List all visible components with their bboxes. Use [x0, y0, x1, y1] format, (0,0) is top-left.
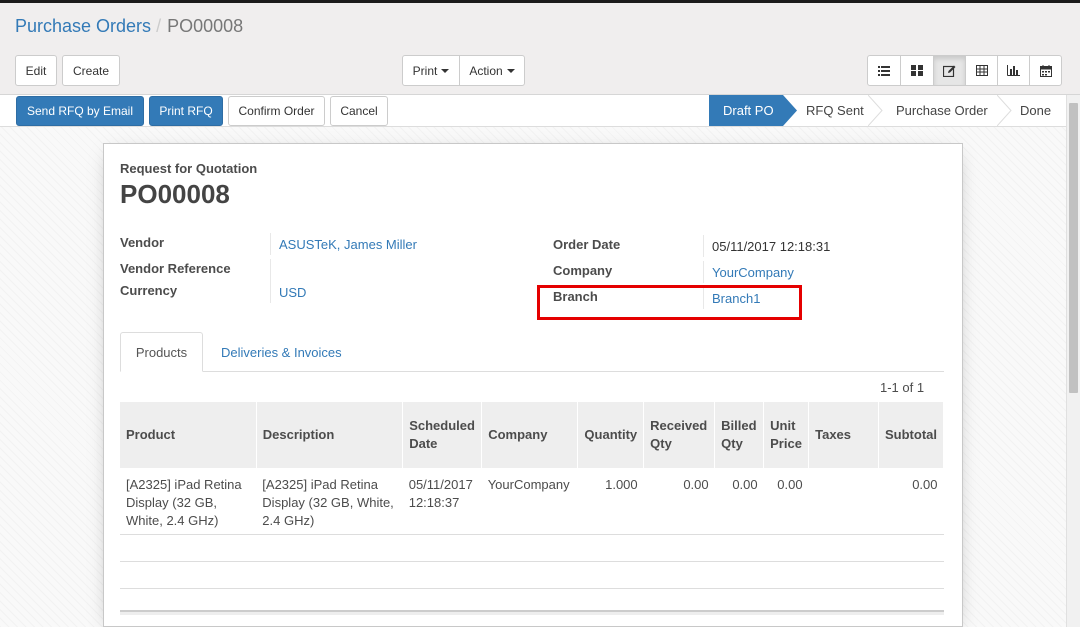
graph-view-button[interactable]	[997, 55, 1030, 86]
form-view-icon	[943, 65, 956, 77]
empty-row	[120, 561, 944, 589]
order-date-label: Order Date	[553, 237, 621, 252]
send-rfq-email-button[interactable]: Send RFQ by Email	[16, 96, 144, 126]
column-header-scheduled-date[interactable]: Scheduled Date	[402, 402, 483, 468]
create-button[interactable]: Create	[62, 55, 120, 86]
status-bar: Send RFQ by Email Print RFQ Confirm Orde…	[0, 95, 1066, 127]
cell-taxes	[808, 468, 879, 535]
empty-cell	[120, 561, 944, 589]
vendor-label: Vendor	[120, 235, 165, 250]
pivot-view-button[interactable]	[965, 55, 998, 86]
cell-company: YourCompany	[481, 468, 578, 535]
print-action-group: Print Action	[402, 55, 525, 86]
print-dropdown[interactable]: Print	[402, 55, 460, 86]
breadcrumb-current: PO00008	[167, 16, 244, 36]
stage-arrow-active-icon	[783, 95, 797, 126]
company-label: Company	[553, 263, 613, 278]
pager[interactable]: 1-1 of 1	[880, 380, 924, 395]
stage-separator-icon	[868, 95, 883, 126]
form-subtitle: Request for Quotation	[120, 161, 258, 176]
graph-view-icon	[1007, 65, 1020, 76]
field-divider	[270, 281, 271, 303]
order-lines-table: Product Description Scheduled Date Compa…	[120, 402, 945, 589]
breadcrumb-parent-link[interactable]: Purchase Orders	[15, 16, 151, 36]
column-header-description[interactable]: Description	[256, 402, 404, 468]
caret-down-icon	[441, 68, 450, 73]
cell-received-qty: 0.00	[643, 468, 715, 535]
stage-separator-icon	[997, 95, 1012, 126]
stage-rfq-sent[interactable]: RFQ Sent	[806, 95, 872, 126]
field-divider	[703, 261, 704, 283]
stage-done[interactable]: Done	[1020, 95, 1060, 126]
calendar-view-button[interactable]	[1029, 55, 1062, 86]
scrollbar-thumb[interactable]	[1069, 103, 1078, 393]
cell-quantity: 1.000	[577, 468, 644, 535]
cell-billed-qty: 0.00	[714, 468, 764, 535]
cell-unit-price: 0.00	[763, 468, 809, 535]
column-header-taxes[interactable]: Taxes	[808, 402, 879, 468]
stage-purchase-order[interactable]: Purchase Order	[896, 95, 1001, 126]
column-header-unit-price[interactable]: Unit Price	[763, 402, 810, 468]
table-header-row: Product Description Scheduled Date Compa…	[120, 402, 945, 468]
breadcrumb: Purchase Orders / PO00008	[15, 16, 243, 37]
list-view-icon	[878, 65, 890, 76]
cell-scheduled-date: 05/11/2017 12:18:37	[402, 468, 482, 535]
form-title: PO00008	[120, 179, 230, 209]
branch-highlight-box	[537, 285, 802, 320]
column-header-billed-qty[interactable]: Billed Qty	[714, 402, 765, 468]
print-label: Print	[412, 63, 438, 78]
kanban-view-button[interactable]	[900, 55, 934, 86]
company-field[interactable]: YourCompany	[712, 265, 794, 280]
field-divider	[270, 259, 271, 281]
action-label: Action	[469, 63, 503, 78]
cancel-button[interactable]: Cancel	[330, 96, 388, 126]
field-divider	[270, 233, 271, 255]
pivot-view-icon	[975, 65, 988, 76]
confirm-order-button[interactable]: Confirm Order	[228, 96, 325, 126]
column-header-received-qty[interactable]: Received Qty	[643, 402, 716, 468]
tab-deliveries-invoices[interactable]: Deliveries & Invoices	[221, 332, 342, 372]
view-switcher	[867, 55, 1062, 86]
table-footer	[120, 610, 944, 615]
order-date-field[interactable]: 05/11/2017 12:18:31	[712, 239, 830, 254]
empty-row	[120, 534, 944, 562]
cell-description: [A2325] iPad Retina Display (32 GB, Whit…	[256, 468, 403, 535]
calendar-view-icon	[1039, 64, 1052, 77]
field-divider	[703, 235, 704, 257]
cell-product: [A2325] iPad Retina Display (32 GB, Whit…	[120, 468, 257, 535]
kanban-view-icon	[911, 65, 923, 76]
table-row[interactable]: [A2325] iPad Retina Display (32 GB, Whit…	[120, 468, 944, 535]
tab-products[interactable]: Products	[120, 332, 203, 372]
stage-draft-po[interactable]: Draft PO	[709, 95, 783, 126]
breadcrumb-separator: /	[156, 16, 162, 36]
column-header-subtotal[interactable]: Subtotal	[878, 402, 945, 468]
vendor-reference-field[interactable]	[279, 259, 519, 279]
column-header-product[interactable]: Product	[120, 402, 257, 468]
vendor-field[interactable]: ASUSTeK, James Miller	[279, 237, 417, 252]
form-view-button[interactable]	[933, 55, 966, 86]
column-header-quantity[interactable]: Quantity	[577, 402, 645, 468]
action-dropdown[interactable]: Action	[459, 55, 525, 86]
cell-subtotal: 0.00	[878, 468, 944, 535]
empty-cell	[120, 534, 944, 562]
vendor-reference-label: Vendor Reference	[120, 261, 231, 276]
list-view-button[interactable]	[867, 55, 901, 86]
form-sheet: Request for Quotation PO00008 Vendor ASU…	[103, 143, 963, 627]
vertical-scrollbar[interactable]	[1066, 95, 1080, 627]
edit-button[interactable]: Edit	[15, 55, 57, 86]
column-header-company[interactable]: Company	[481, 402, 579, 468]
currency-field[interactable]: USD	[279, 285, 306, 300]
caret-down-icon	[506, 68, 515, 73]
print-rfq-button[interactable]: Print RFQ	[149, 96, 223, 126]
control-panel: Purchase Orders / PO00008 Edit Create Prin…	[0, 3, 1080, 95]
currency-label: Currency	[120, 283, 178, 298]
